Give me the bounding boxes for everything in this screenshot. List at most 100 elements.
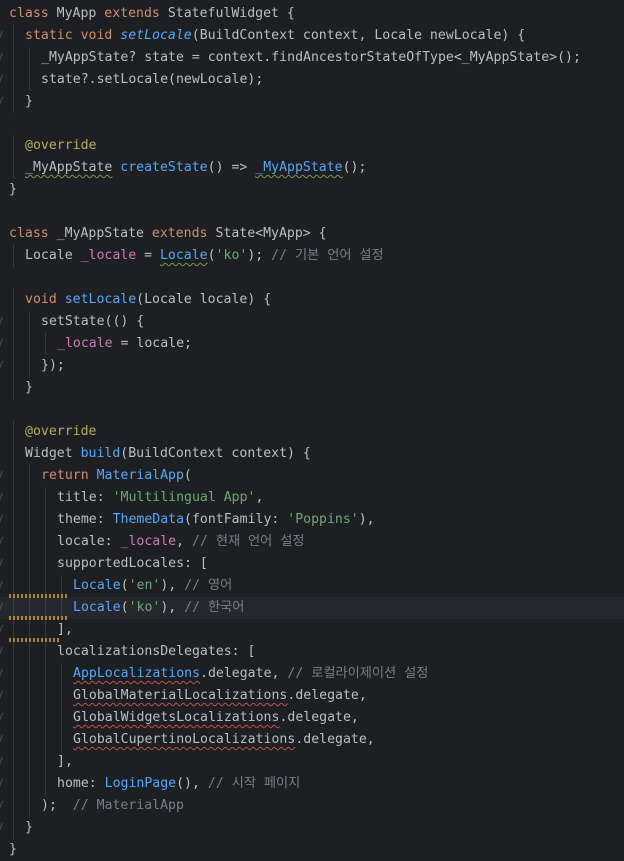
code-line[interactable]: Locale _locale = Locale('ko'); // 기본 언어 … <box>0 245 624 267</box>
indent-guide <box>29 663 30 685</box>
code-token: Widget <box>25 446 81 461</box>
code-token: ( <box>183 468 192 483</box>
indent-guide <box>29 553 30 575</box>
code-token: setLocale <box>120 28 192 43</box>
code-line[interactable]: locale: _locale, // 현재 언어 설정 <box>0 531 624 553</box>
code-text: }); <box>41 355 65 377</box>
code-text: } <box>25 377 33 399</box>
code-line[interactable]: _MyAppState? state = context.findAncesto… <box>0 47 624 69</box>
indent-guide <box>29 531 30 553</box>
indent-guide <box>29 751 30 773</box>
code-token: .delegate, <box>295 732 375 747</box>
code-token: _locale <box>80 248 137 263</box>
fold-marker <box>0 31 3 41</box>
fold-marker <box>0 713 3 723</box>
code-line[interactable]: class MyApp extends StatefulWidget { <box>0 3 624 25</box>
fold-marker <box>0 669 3 679</box>
code-line[interactable]: supportedLocales: [ <box>0 553 624 575</box>
code-token: AppLocalizations <box>73 666 201 681</box>
code-token: createState <box>112 160 208 175</box>
code-text: class _MyAppState extends State<MyApp> { <box>9 223 327 245</box>
code-token: // 로컬라이제이션 설정 <box>287 666 429 681</box>
code-token: ); <box>41 798 73 813</box>
indent-guide <box>13 421 14 443</box>
code-token: // 한국어 <box>184 600 245 615</box>
code-line[interactable]: Widget build(BuildContext context) { <box>0 443 624 465</box>
code-line[interactable]: ], <box>0 751 624 773</box>
code-line[interactable]: } <box>0 817 624 839</box>
code-token: return <box>41 468 97 483</box>
indent-guide <box>13 25 14 47</box>
code-line[interactable]: @override <box>0 135 624 157</box>
code-line[interactable]: GlobalCupertinoLocalizations.delegate, <box>0 729 624 751</box>
code-line[interactable]: } <box>0 179 624 201</box>
indent-guide <box>45 663 46 685</box>
indent-guide <box>29 707 30 729</box>
code-line[interactable]: Locale('en'), // 영어 <box>0 575 624 597</box>
indent-guide <box>13 707 14 729</box>
code-text: } <box>9 179 17 201</box>
code-line[interactable]: _locale = locale; <box>0 333 624 355</box>
indent-guide <box>45 729 46 751</box>
code-line[interactable] <box>0 113 624 135</box>
code-text: } <box>9 839 17 861</box>
code-text: GlobalMaterialLocalizations.delegate, <box>73 685 367 707</box>
code-line[interactable] <box>0 201 624 223</box>
code-text: ], <box>57 751 73 773</box>
code-token: ), <box>358 512 375 527</box>
indent-guide <box>13 465 14 487</box>
code-line[interactable]: setState(() { <box>0 311 624 333</box>
code-line[interactable]: class _MyAppState extends State<MyApp> { <box>0 223 624 245</box>
code-line[interactable]: _MyAppState createState() => _MyAppState… <box>0 157 624 179</box>
code-text: ); // MaterialApp <box>41 795 184 817</box>
code-line[interactable]: localizationsDelegates: [ <box>0 641 624 663</box>
code-text: locale: _locale, // 현재 언어 설정 <box>57 531 305 553</box>
indent-guide <box>13 311 14 333</box>
code-line[interactable]: } <box>0 839 624 861</box>
code-editor[interactable]: class MyApp extends StatefulWidget {stat… <box>0 0 624 857</box>
fold-marker <box>0 779 3 789</box>
code-text: class MyApp extends StatefulWidget { <box>9 3 295 25</box>
code-line[interactable]: theme: ThemeData(fontFamily: 'Poppins'), <box>0 509 624 531</box>
fold-marker <box>0 647 3 657</box>
code-line[interactable] <box>0 399 624 421</box>
code-line[interactable]: title: 'Multilingual App', <box>0 487 624 509</box>
fold-marker <box>0 691 3 701</box>
code-line[interactable]: static void setLocale(BuildContext conte… <box>0 25 624 47</box>
indent-guide <box>45 553 46 575</box>
code-token: () => <box>207 160 256 175</box>
code-line[interactable]: } <box>0 91 624 113</box>
fold-marker <box>0 493 3 503</box>
code-line[interactable]: return MaterialApp( <box>0 465 624 487</box>
code-line[interactable]: state?.setLocale(newLocale); <box>0 69 624 91</box>
code-token: // 영어 <box>184 578 233 593</box>
code-token: build <box>80 446 121 461</box>
fold-marker <box>0 339 3 349</box>
code-line[interactable] <box>0 267 624 289</box>
fold-marker <box>0 75 3 85</box>
code-line[interactable]: AppLocalizations.delegate, // 로컬라이제이션 설정 <box>0 663 624 685</box>
code-text: theme: ThemeData(fontFamily: 'Poppins'), <box>57 509 375 531</box>
indent-guide <box>13 641 14 663</box>
code-line[interactable]: ], <box>0 619 624 641</box>
warning-underline <box>9 594 69 598</box>
code-token: } <box>25 380 33 395</box>
indent-guide <box>45 707 46 729</box>
code-token: // 기본 언어 설정 <box>271 248 384 263</box>
code-line[interactable]: @override <box>0 421 624 443</box>
code-token: ( <box>207 248 216 263</box>
code-line[interactable]: GlobalMaterialLocalizations.delegate, <box>0 685 624 707</box>
indent-guide <box>13 751 14 773</box>
code-token: MaterialApp <box>96 468 184 483</box>
code-line[interactable]: Locale('ko'), // 한국어 <box>0 597 624 619</box>
code-line[interactable]: GlobalWidgetsLocalizations.delegate, <box>0 707 624 729</box>
code-token: @override <box>25 138 97 153</box>
code-line[interactable]: } <box>0 377 624 399</box>
code-text: ], <box>57 619 73 641</box>
code-token: class <box>9 6 57 21</box>
code-line[interactable]: ); // MaterialApp <box>0 795 624 817</box>
code-line[interactable]: void setLocale(Locale locale) { <box>0 289 624 311</box>
code-line[interactable]: }); <box>0 355 624 377</box>
code-line[interactable]: home: LoginPage(), // 시작 페이지 <box>0 773 624 795</box>
fold-marker <box>0 471 3 481</box>
